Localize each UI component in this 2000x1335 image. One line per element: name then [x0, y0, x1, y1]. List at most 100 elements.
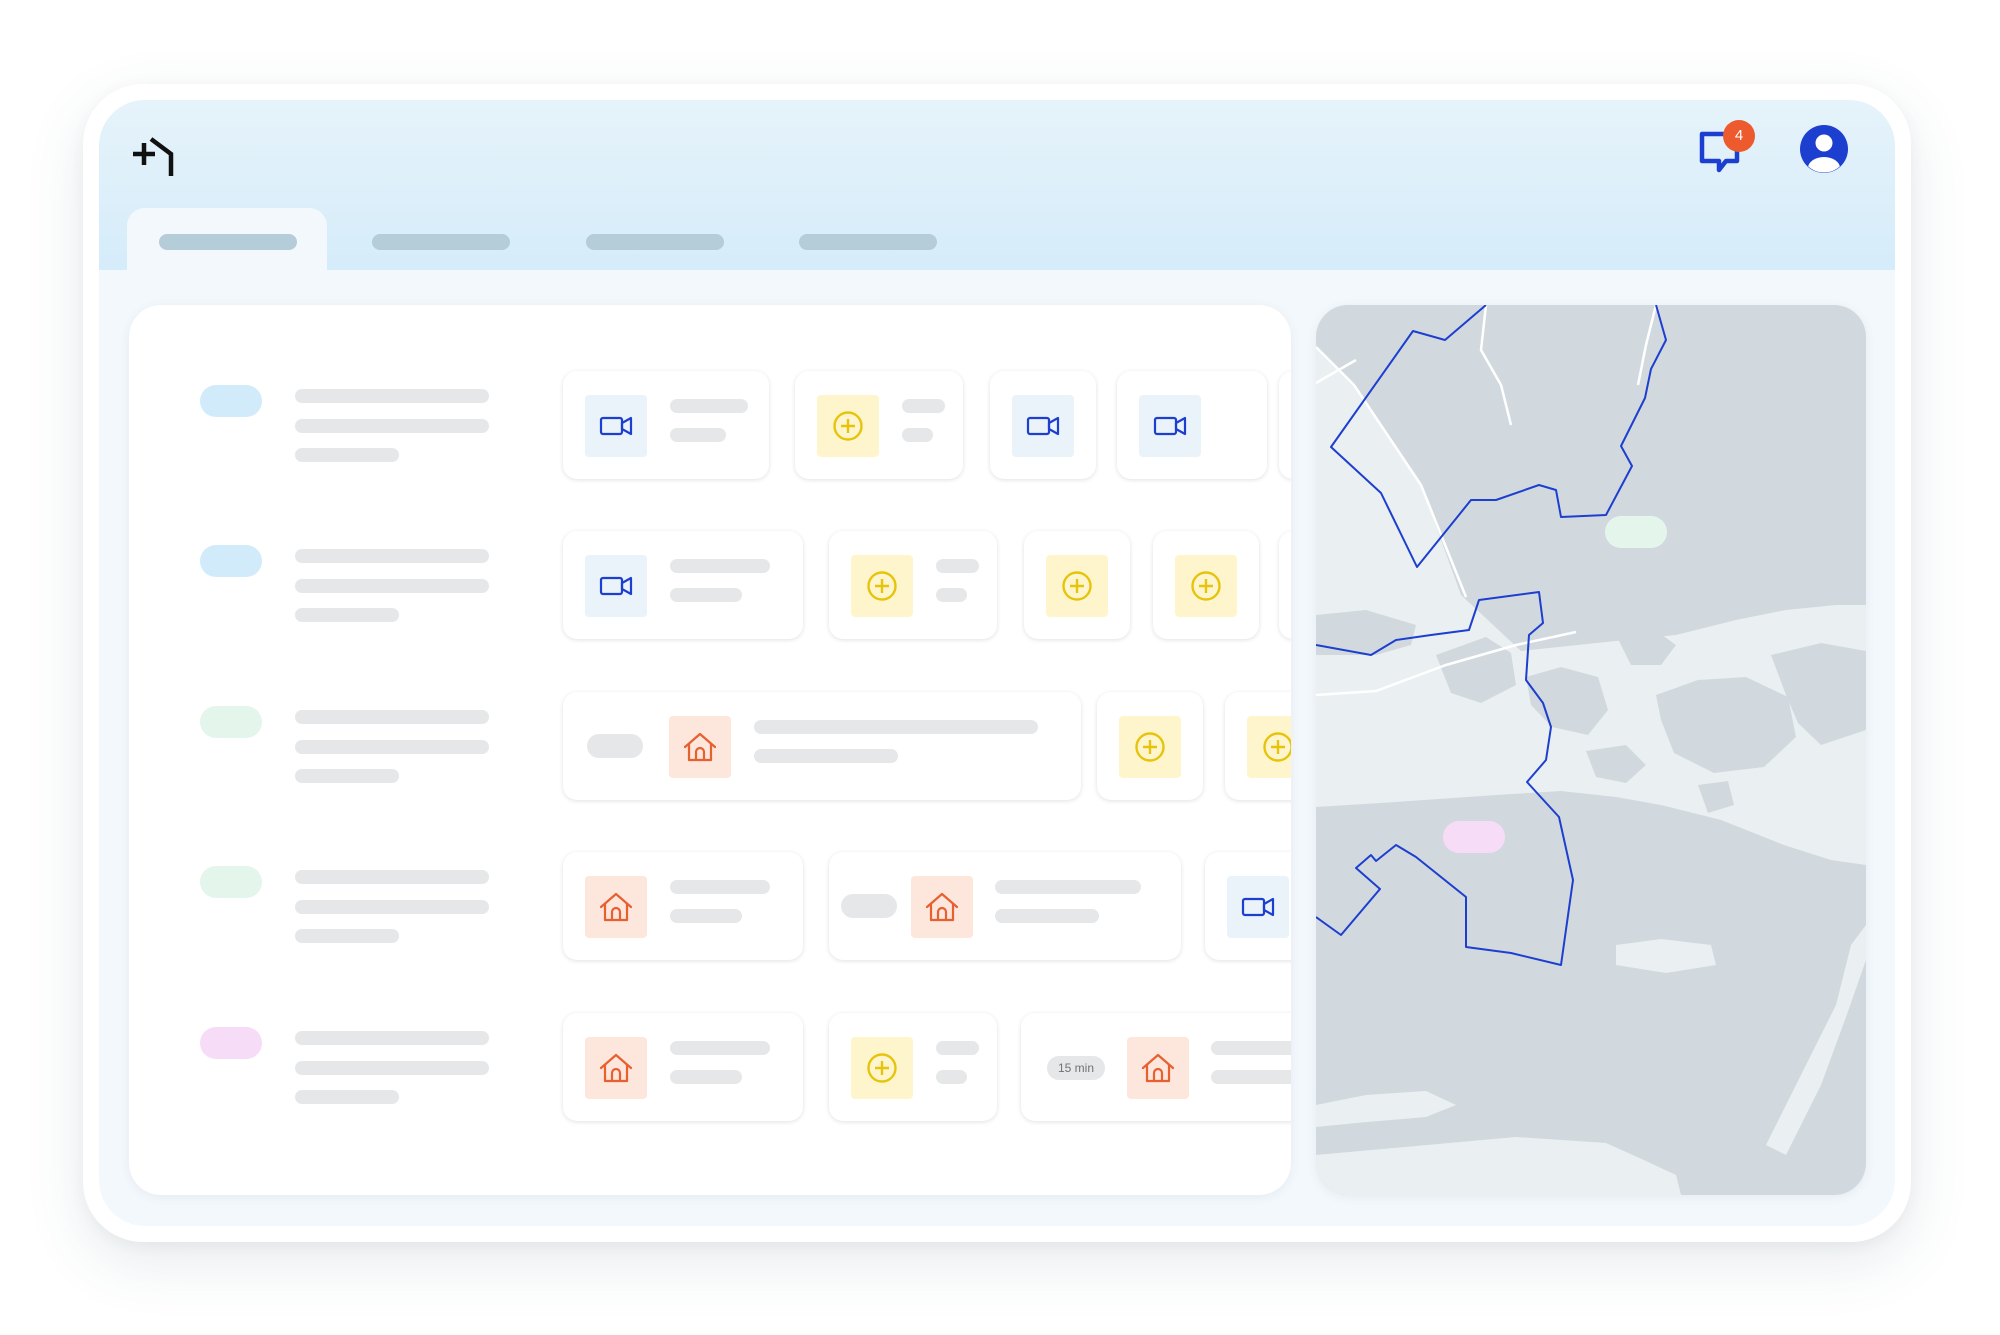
text-line-placeholder	[936, 559, 979, 573]
add-circle-icon	[1046, 555, 1108, 617]
add-circle-icon	[1119, 716, 1181, 778]
text-line-placeholder	[295, 1031, 489, 1045]
text-line-placeholder	[1211, 1041, 1291, 1055]
house-icon	[669, 716, 731, 778]
app-window: 4 15 min	[99, 100, 1895, 1226]
schedule-row	[129, 692, 1291, 804]
text-line-placeholder	[936, 588, 967, 602]
add-circle-icon	[817, 395, 879, 457]
add-circle-icon	[851, 1037, 913, 1099]
text-line-placeholder	[670, 399, 748, 413]
house-icon	[585, 876, 647, 938]
text-line-placeholder	[1211, 1070, 1291, 1084]
user-avatar-icon[interactable]	[1799, 124, 1849, 174]
text-line-placeholder	[754, 720, 1038, 734]
tab-label-placeholder	[586, 234, 724, 250]
text-line-placeholder	[995, 909, 1099, 923]
text-line-placeholder	[995, 880, 1141, 894]
text-line-placeholder	[295, 769, 399, 783]
text-line-placeholder	[295, 870, 489, 884]
house-icon	[1127, 1037, 1189, 1099]
video-appointment-card[interactable]	[1117, 371, 1267, 479]
tab-4[interactable]	[767, 208, 967, 270]
tab-label-placeholder	[799, 234, 937, 250]
add-circle-icon	[851, 555, 913, 617]
map-marker-pink[interactable]	[1443, 821, 1505, 853]
home-visit-card[interactable]	[563, 1013, 803, 1121]
video-camera-icon	[1012, 395, 1074, 457]
add-appointment-card[interactable]	[1153, 531, 1259, 639]
text-line-placeholder	[670, 1041, 770, 1055]
map-canvas[interactable]	[1316, 305, 1866, 1195]
notification-badge: 4	[1723, 120, 1755, 152]
text-line-placeholder	[936, 1041, 979, 1055]
tab-label-placeholder	[159, 234, 297, 250]
home-visit-card[interactable]: 15 min	[1021, 1013, 1291, 1121]
text-line-placeholder	[670, 909, 742, 923]
text-line-placeholder	[295, 929, 399, 943]
video-camera-icon	[585, 555, 647, 617]
add-appointment-card[interactable]	[1097, 692, 1203, 800]
status-pill	[200, 545, 262, 577]
text-line-placeholder	[670, 428, 726, 442]
home-visit-card[interactable]	[829, 852, 1181, 960]
status-pill	[200, 706, 262, 738]
text-line-placeholder	[295, 448, 399, 462]
video-appointment-card[interactable]	[563, 531, 803, 639]
add-appointment-card[interactable]	[1225, 692, 1291, 800]
text-line-placeholder	[902, 428, 933, 442]
add-appointment-card[interactable]	[829, 1013, 997, 1121]
text-line-placeholder	[295, 549, 489, 563]
tab-1[interactable]	[127, 208, 327, 270]
map-land	[1316, 305, 1866, 1195]
text-line-placeholder	[295, 710, 489, 724]
appointment-card[interactable]	[1279, 371, 1291, 479]
plus-house-logo-icon[interactable]	[129, 130, 177, 178]
add-circle-icon	[1247, 716, 1291, 778]
tab-3[interactable]	[554, 208, 754, 270]
video-camera-icon	[1139, 395, 1201, 457]
tab-label-placeholder	[372, 234, 510, 250]
time-chip	[587, 734, 643, 758]
schedule-row	[129, 531, 1291, 643]
add-appointment-card[interactable]	[795, 371, 963, 479]
status-pill	[200, 866, 262, 898]
text-line-placeholder	[295, 740, 489, 754]
video-camera-icon	[585, 395, 647, 457]
top-bar: 4	[99, 100, 1895, 270]
text-line-placeholder	[295, 1090, 399, 1104]
text-line-placeholder	[295, 1061, 489, 1075]
text-line-placeholder	[670, 1070, 742, 1084]
tab-2[interactable]	[340, 208, 540, 270]
schedule-row: 15 min	[129, 1013, 1291, 1125]
video-appointment-card[interactable]	[990, 371, 1096, 479]
text-line-placeholder	[670, 588, 742, 602]
text-line-placeholder	[295, 389, 489, 403]
add-appointment-card[interactable]	[829, 531, 997, 639]
time-chip	[841, 894, 897, 918]
text-line-placeholder	[902, 399, 945, 413]
schedule-panel: 15 min	[129, 305, 1291, 1195]
house-icon	[585, 1037, 647, 1099]
video-appointment-card[interactable]	[563, 371, 769, 479]
map-panel[interactable]	[1316, 305, 1866, 1195]
text-line-placeholder	[295, 579, 489, 593]
home-visit-card[interactable]	[563, 692, 1081, 800]
text-line-placeholder	[295, 608, 399, 622]
video-camera-icon	[1227, 876, 1289, 938]
schedule-row	[129, 371, 1291, 483]
map-marker-green[interactable]	[1605, 516, 1667, 548]
add-circle-icon	[1175, 555, 1237, 617]
text-line-placeholder	[670, 559, 770, 573]
video-appointment-card[interactable]	[1205, 852, 1291, 960]
text-line-placeholder	[295, 900, 489, 914]
text-line-placeholder	[936, 1070, 967, 1084]
appointment-card[interactable]	[1279, 531, 1291, 639]
home-visit-card[interactable]	[563, 852, 803, 960]
duration-chip: 15 min	[1047, 1056, 1105, 1080]
house-icon	[911, 876, 973, 938]
status-pill	[200, 1027, 262, 1059]
status-pill	[200, 385, 262, 417]
schedule-row	[129, 852, 1291, 964]
add-appointment-card[interactable]	[1024, 531, 1130, 639]
